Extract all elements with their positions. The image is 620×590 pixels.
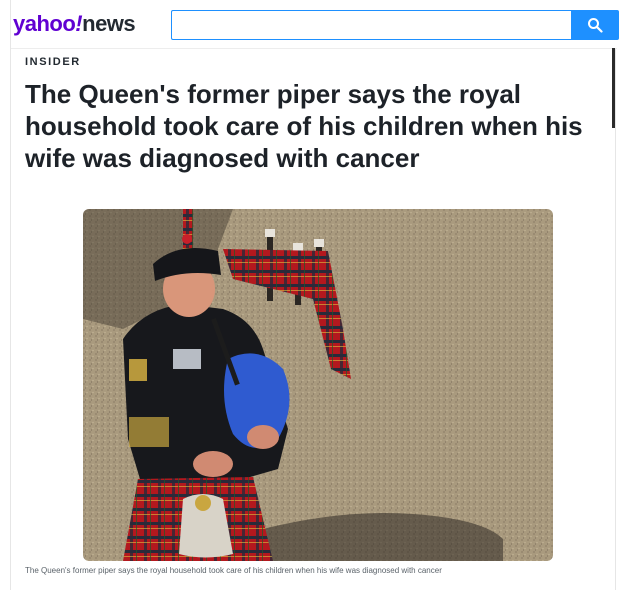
image-caption: The Queen's former piper says the royal … xyxy=(25,566,442,575)
logo-yahoo-text: yahoo xyxy=(13,11,76,36)
scrollbar[interactable] xyxy=(612,48,615,128)
article-title: The Queen's former piper says the royal … xyxy=(25,79,583,173)
search-icon xyxy=(588,18,603,33)
piper-photo-illustration xyxy=(83,209,553,561)
article-photo xyxy=(83,209,553,561)
site-header: yahoo!news xyxy=(11,0,619,49)
search-bar xyxy=(171,10,619,40)
logo-news-text: news xyxy=(82,11,136,36)
search-input[interactable] xyxy=(171,10,571,40)
publisher-label[interactable]: INSIDER xyxy=(25,56,81,68)
search-button[interactable] xyxy=(571,10,619,40)
yahoo-news-logo[interactable]: yahoo!news xyxy=(13,11,136,36)
page: yahoo!news INSIDER The Queen's former pi… xyxy=(10,0,619,590)
